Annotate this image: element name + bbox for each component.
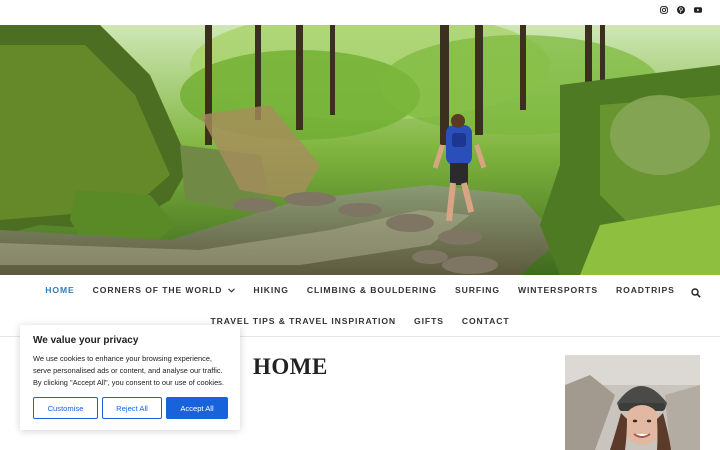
nav-item-corners-of-the-world[interactable]: Corners of the World <box>84 285 245 295</box>
hero-image <box>0 25 720 275</box>
nav-item-label: Surfing <box>455 285 500 295</box>
nav-item-roadtrips[interactable]: Roadtrips <box>607 285 684 295</box>
nav-item-label: Roadtrips <box>616 285 675 295</box>
youtube-icon[interactable] <box>694 6 702 14</box>
nav-row-primary: Home Corners of the World Hiking Climbin… <box>0 285 720 295</box>
nav-item-label: Gifts <box>414 316 444 326</box>
cookie-consent-banner: We value your privacy We use cookies to … <box>20 325 240 430</box>
instagram-icon[interactable] <box>660 6 668 14</box>
page: Home Corners of the World Hiking Climbin… <box>0 0 720 450</box>
nav-item-label: Contact <box>461 316 510 326</box>
page-title: HOME <box>253 354 328 379</box>
social-links <box>660 6 702 14</box>
nav-item-surfing[interactable]: Surfing <box>446 285 509 295</box>
nav-item-label: Home <box>45 285 75 295</box>
cookie-buttons: Customise Reject All Accept All <box>33 397 228 419</box>
top-bar <box>0 0 720 25</box>
cookie-description: We use cookies to enhance your browsing … <box>33 354 224 387</box>
nav-item-wintersports[interactable]: Wintersports <box>509 285 607 295</box>
nav-item-hiking[interactable]: Hiking <box>244 285 297 295</box>
cookie-title: We value your privacy <box>33 335 139 346</box>
customise-button[interactable]: Customise <box>33 397 98 419</box>
reject-all-button[interactable]: Reject All <box>102 397 162 419</box>
search-icon[interactable] <box>691 285 701 298</box>
nav-item-label: Corners of the World <box>92 285 223 295</box>
nav-item-label: Hiking <box>253 285 289 295</box>
nav-item-label: Climbing & Bouldering <box>306 285 437 295</box>
nav-item-gifts[interactable]: Gifts <box>405 316 453 326</box>
chevron-down-icon <box>228 285 236 295</box>
nav-item-contact[interactable]: Contact <box>453 316 519 326</box>
nav-item-home[interactable]: Home <box>36 285 83 295</box>
pinterest-icon[interactable] <box>677 6 685 14</box>
accept-all-button[interactable]: Accept All <box>166 397 228 419</box>
author-photo <box>565 355 700 450</box>
nav-item-climbing-bouldering[interactable]: Climbing & Bouldering <box>298 285 446 295</box>
nav-item-label: Wintersports <box>517 285 599 295</box>
